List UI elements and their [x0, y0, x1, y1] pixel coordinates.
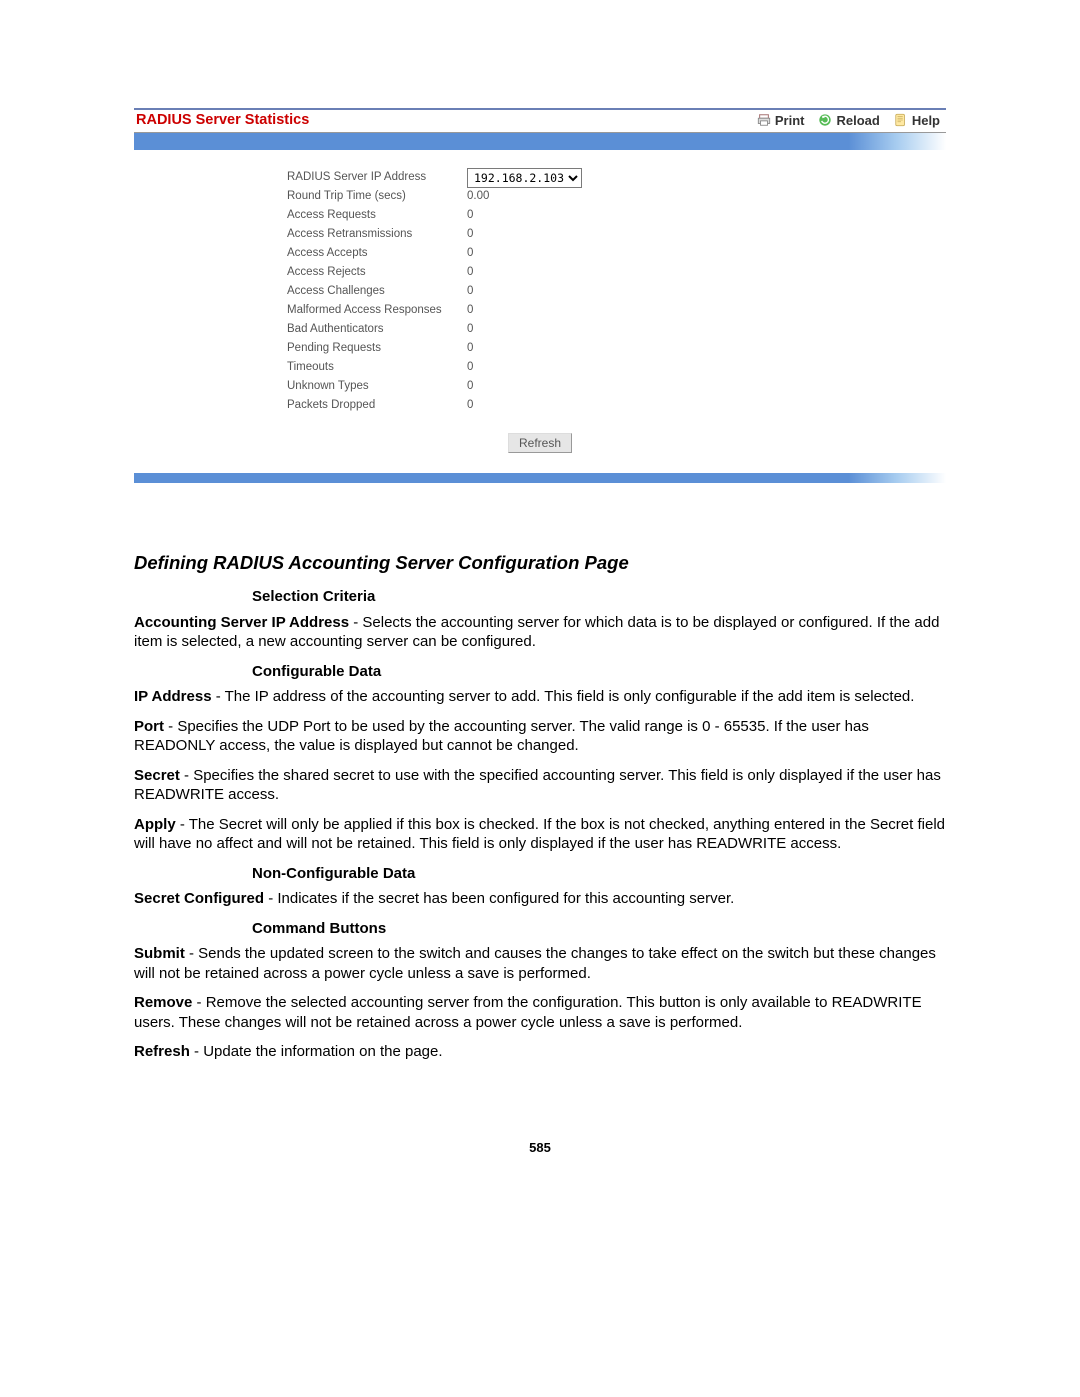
doc-description: - The IP address of the accounting serve… [212, 688, 915, 705]
help-icon [894, 113, 908, 127]
doc-paragraph: Remove - Remove the selected accounting … [134, 993, 946, 1032]
doc-paragraph: Submit - Sends the updated screen to the… [134, 944, 946, 983]
section-configurable-data: IP Address - The IP address of the accou… [134, 687, 946, 854]
stats-row: Unknown Types0 [287, 377, 936, 396]
help-label: Help [912, 113, 940, 128]
stats-label: Malformed Access Responses [287, 305, 465, 317]
heading-command-buttons: Command Buttons [252, 919, 946, 939]
doc-description: - Specifies the UDP Port to be used by t… [134, 718, 869, 755]
stats-row: Round Trip Time (secs)0.00 [287, 187, 936, 206]
stats-value: 0 [465, 324, 473, 336]
stats-value: 192.168.2.103 [465, 168, 582, 188]
stats-label: Access Rejects [287, 267, 465, 279]
stats-row: Access Retransmissions0 [287, 225, 936, 244]
stats-label: Pending Requests [287, 343, 465, 355]
stats-value: 0.00 [465, 191, 489, 203]
stats-row: Access Requests0 [287, 206, 936, 225]
reload-label: Reload [836, 113, 879, 128]
stats-label: Timeouts [287, 362, 465, 374]
heading-selection-criteria: Selection Criteria [252, 587, 946, 607]
doc-title: Defining RADIUS Accounting Server Config… [134, 551, 946, 575]
stats-value: 0 [465, 210, 473, 222]
heading-non-configurable-data: Non-Configurable Data [252, 864, 946, 884]
stats-value: 0 [465, 362, 473, 374]
stats-row: Timeouts0 [287, 358, 936, 377]
print-icon [757, 113, 771, 127]
stats-label: Access Accepts [287, 248, 465, 260]
print-button[interactable]: Print [757, 113, 805, 128]
refresh-button[interactable]: Refresh [508, 433, 572, 453]
panel-body: RADIUS Server IP Address192.168.2.103Rou… [134, 150, 946, 473]
stats-row: Bad Authenticators0 [287, 320, 936, 339]
stats-row: Packets Dropped0 [287, 396, 936, 415]
stats-value: 0 [465, 343, 473, 355]
stats-row: Access Challenges0 [287, 282, 936, 301]
doc-paragraph: Secret - Specifies the shared secret to … [134, 766, 946, 805]
heading-configurable-data: Configurable Data [252, 662, 946, 682]
documentation-section: Defining RADIUS Accounting Server Config… [134, 551, 946, 1062]
section-selection-criteria: Accounting Server IP Address - Selects t… [134, 613, 946, 652]
panel-actions: Print Reload Help [757, 113, 940, 128]
section-non-configurable-data: Secret Configured - Indicates if the sec… [134, 889, 946, 909]
doc-paragraph: Refresh - Update the information on the … [134, 1042, 946, 1062]
doc-description: - Specifies the shared secret to use wit… [134, 767, 941, 804]
reload-icon [818, 113, 832, 127]
print-label: Print [775, 113, 805, 128]
stats-table: RADIUS Server IP Address192.168.2.103Rou… [287, 168, 936, 415]
stats-value: 0 [465, 305, 473, 317]
help-button[interactable]: Help [894, 113, 940, 128]
doc-term: IP Address [134, 688, 212, 705]
ip-address-select[interactable]: 192.168.2.103 [467, 168, 582, 188]
doc-paragraph: Secret Configured - Indicates if the sec… [134, 889, 946, 909]
doc-term: Refresh [134, 1043, 190, 1060]
stats-label: Access Retransmissions [287, 229, 465, 241]
stats-label: Round Trip Time (secs) [287, 191, 465, 203]
doc-description: - Sends the updated screen to the switch… [134, 945, 936, 982]
page-number: 585 [134, 1140, 946, 1155]
doc-term: Port [134, 718, 164, 735]
stats-row: Access Rejects0 [287, 263, 936, 282]
stats-label: Access Challenges [287, 286, 465, 298]
doc-term: Submit [134, 945, 185, 962]
panel-title: RADIUS Server Statistics [136, 112, 757, 128]
section-command-buttons: Submit - Sends the updated screen to the… [134, 944, 946, 1062]
doc-term: Secret Configured [134, 890, 264, 907]
doc-term: Secret [134, 767, 180, 784]
doc-term: Accounting Server IP Address [134, 614, 349, 631]
stats-value: 0 [465, 229, 473, 241]
doc-description: - Indicates if the secret has been confi… [264, 890, 734, 907]
doc-description: - Remove the selected accounting server … [134, 994, 922, 1031]
stats-value: 0 [465, 267, 473, 279]
radius-stats-panel: RADIUS Server Statistics Print Reload [134, 108, 946, 483]
panel-header: RADIUS Server Statistics Print Reload [134, 110, 946, 133]
doc-paragraph: IP Address - The IP address of the accou… [134, 687, 946, 707]
doc-description: - The Secret will only be applied if thi… [134, 816, 945, 853]
stats-label: Bad Authenticators [287, 324, 465, 336]
stats-label: RADIUS Server IP Address [287, 172, 465, 184]
doc-paragraph: Port - Specifies the UDP Port to be used… [134, 717, 946, 756]
doc-term: Remove [134, 994, 192, 1011]
stats-row: Pending Requests0 [287, 339, 936, 358]
stats-row: Malformed Access Responses0 [287, 301, 936, 320]
stats-label: Access Requests [287, 210, 465, 222]
stats-value: 0 [465, 286, 473, 298]
stats-row: Access Accepts0 [287, 244, 936, 263]
stats-value: 0 [465, 248, 473, 260]
gradient-bar-bottom [134, 473, 946, 483]
reload-button[interactable]: Reload [818, 113, 879, 128]
stats-value: 0 [465, 381, 473, 393]
doc-paragraph: Accounting Server IP Address - Selects t… [134, 613, 946, 652]
doc-term: Apply [134, 816, 176, 833]
stats-value: 0 [465, 400, 473, 412]
doc-paragraph: Apply - The Secret will only be applied … [134, 815, 946, 854]
stats-row: RADIUS Server IP Address192.168.2.103 [287, 168, 936, 187]
stats-label: Unknown Types [287, 381, 465, 393]
doc-description: - Update the information on the page. [190, 1043, 443, 1060]
gradient-bar-top [134, 133, 946, 150]
stats-label: Packets Dropped [287, 400, 465, 412]
